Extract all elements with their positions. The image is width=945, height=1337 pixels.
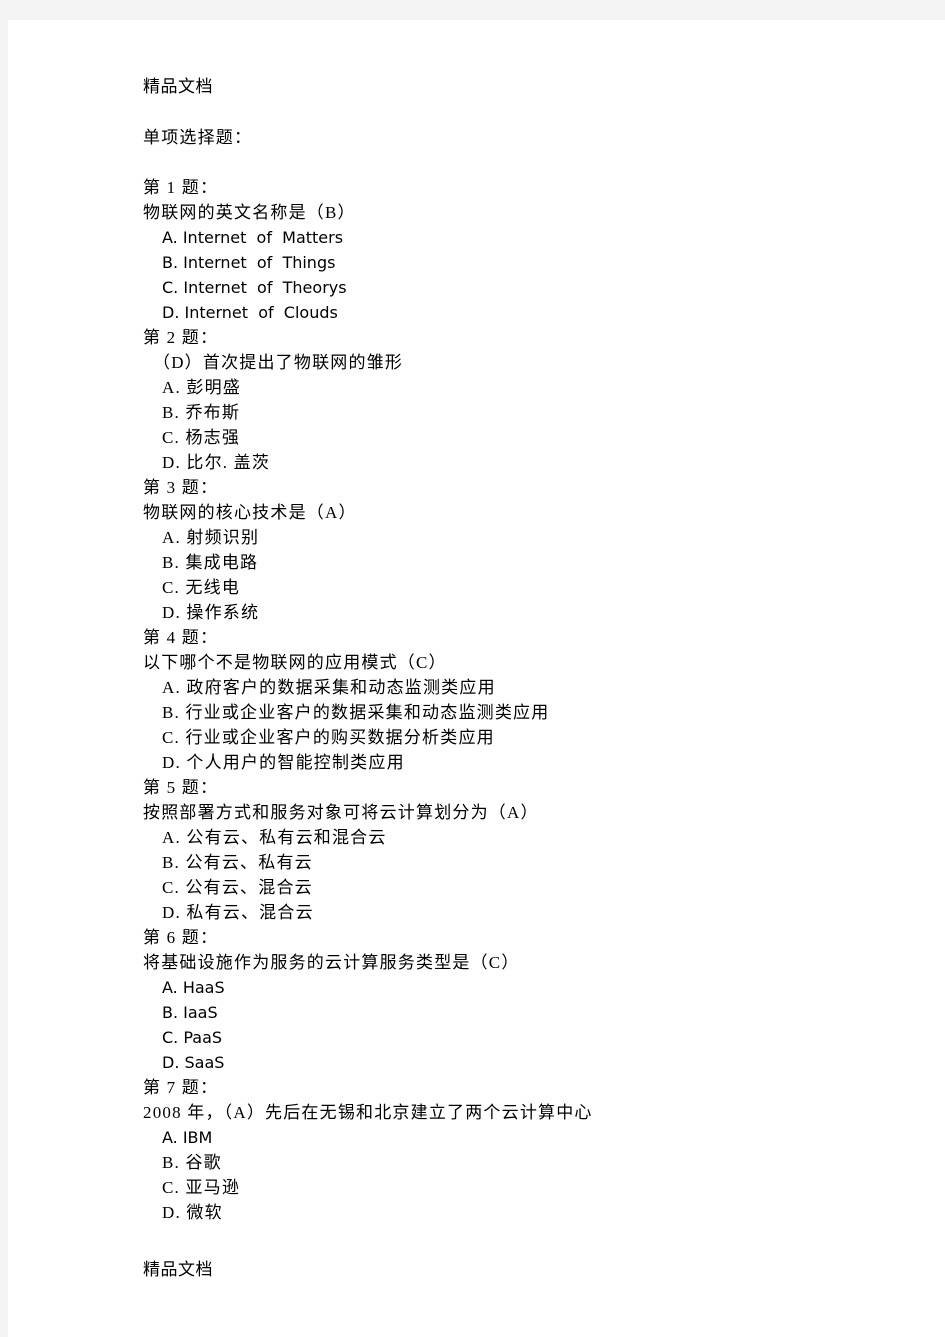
question-stem: 物联网的英文名称是（B） xyxy=(143,203,356,222)
question-option[interactable]: D. 个人用户的智能控制类应用 xyxy=(143,750,903,775)
question-number-label: 第 5 题： xyxy=(143,778,219,797)
question-option[interactable]: A. 彭明盛 xyxy=(143,375,903,400)
question-stem: 按照部署方式和服务对象可将云计算划分为（A） xyxy=(143,803,539,822)
question-option[interactable]: C. PaaS xyxy=(143,1025,903,1050)
question-block: 第 2 题： （D）首次提出了物联网的雏形 A. 彭明盛 B. 乔布斯 C. 杨志强 D.… xyxy=(143,325,903,475)
question-stem: 将基础设施作为服务的云计算服务类型是（C） xyxy=(143,953,520,972)
question-option[interactable]: A. HaaS xyxy=(143,975,903,1000)
question-block: 第 5 题： 按照部署方式和服务对象可将云计算划分为（A） A. 公有云、私有云和混… xyxy=(143,775,903,925)
question-stem: 2008 年，（A）先后在无锡和北京建立了两个云计算中心 xyxy=(143,1103,593,1122)
question-block: 第 7 题： 2008 年，（A）先后在无锡和北京建立了两个云计算中心 A. IBM… xyxy=(143,1075,903,1225)
question-block: 第 3 题： 物联网的核心技术是（A） A. 射频识别 B. 集成电路 C. 无线电 D.… xyxy=(143,475,903,625)
question-block: 第 4 题： 以下哪个不是物联网的应用模式（C） A. 政府客户的数据采集和动态监测… xyxy=(143,625,903,775)
question-number-label: 第 2 题： xyxy=(143,328,219,347)
question-option[interactable]: C. Internet of Theorys xyxy=(143,275,903,300)
document-page: 精品文档 单项选择题： 第 1 题： 物联网的英文名称是（B） A. Interne… xyxy=(8,20,945,1337)
questions-list: 第 1 题： 物联网的英文名称是（B） A. Internet of Matters… xyxy=(143,175,903,1225)
question-block: 第 1 题： 物联网的英文名称是（B） A. Internet of Matters… xyxy=(143,175,903,325)
question-number-label: 第 3 题： xyxy=(143,478,219,497)
question-option[interactable]: A. Internet of Matters xyxy=(143,225,903,250)
question-option[interactable]: A. IBM xyxy=(143,1125,903,1150)
question-number-label: 第 4 题： xyxy=(143,628,219,647)
question-option[interactable]: B. 集成电路 xyxy=(143,550,903,575)
spacer-after-heading xyxy=(143,150,903,175)
question-option[interactable]: B. 行业或企业客户的数据采集和动态监测类应用 xyxy=(143,700,903,725)
question-option[interactable]: D. 微软 xyxy=(143,1200,903,1225)
document-content: 精品文档 单项选择题： 第 1 题： 物联网的英文名称是（B） A. Interne… xyxy=(143,75,903,1225)
question-option[interactable]: B. 谷歌 xyxy=(143,1150,903,1175)
question-option[interactable]: C. 无线电 xyxy=(143,575,903,600)
question-number-label: 第 1 题： xyxy=(143,178,219,197)
question-option[interactable]: C. 亚马逊 xyxy=(143,1175,903,1200)
question-number-label: 第 6 题： xyxy=(143,928,219,947)
question-option[interactable]: B. Internet of Things xyxy=(143,250,903,275)
question-stem: 以下哪个不是物联网的应用模式（C） xyxy=(143,653,447,672)
question-option[interactable]: D. 比尔. 盖茨 xyxy=(143,450,903,475)
question-stem: 物联网的核心技术是（A） xyxy=(143,503,357,522)
question-option[interactable]: C. 杨志强 xyxy=(143,425,903,450)
question-option[interactable]: D. SaaS xyxy=(143,1050,903,1075)
question-block: 第 6 题： 将基础设施作为服务的云计算服务类型是（C） A. HaaS B. Iaa… xyxy=(143,925,903,1075)
footer-area: 精品文档 xyxy=(143,1258,213,1283)
section-heading: 单项选择题： xyxy=(143,128,253,147)
question-option[interactable]: A. 公有云、私有云和混合云 xyxy=(143,825,903,850)
question-stem: （D）首次提出了物联网的雏形 xyxy=(153,353,404,372)
question-option[interactable]: C. 行业或企业客户的购买数据分析类应用 xyxy=(143,725,903,750)
question-option[interactable]: A. 政府客户的数据采集和动态监测类应用 xyxy=(143,675,903,700)
question-option[interactable]: B. IaaS xyxy=(143,1000,903,1025)
question-option[interactable]: B. 公有云、私有云 xyxy=(143,850,903,875)
question-option[interactable]: C. 公有云、混合云 xyxy=(143,875,903,900)
question-option[interactable]: D. 操作系统 xyxy=(143,600,903,625)
question-option[interactable]: D. Internet of Clouds xyxy=(143,300,903,325)
spacer-after-header xyxy=(143,100,903,125)
header-watermark: 精品文档 xyxy=(143,77,213,97)
footer-watermark: 精品文档 xyxy=(143,1260,213,1280)
question-option[interactable]: D. 私有云、混合云 xyxy=(143,900,903,925)
question-option[interactable]: A. 射频识别 xyxy=(143,525,903,550)
question-number-label: 第 7 题： xyxy=(143,1078,219,1097)
question-option[interactable]: B. 乔布斯 xyxy=(143,400,903,425)
